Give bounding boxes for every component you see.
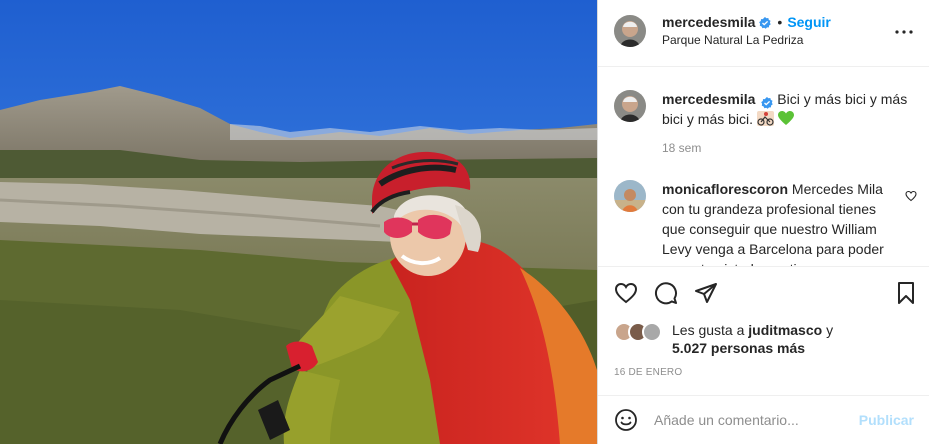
comment-composer: Publicar (598, 395, 929, 444)
caption-time: 18 sem (662, 141, 702, 155)
author-username[interactable]: mercedesmila (662, 14, 755, 30)
caption-avatar[interactable] (614, 90, 646, 122)
post-header: mercedesmila • Seguir Parque Natural La … (598, 0, 929, 67)
liker-username[interactable]: juditmasco (748, 322, 822, 338)
person-biking-emoji (756, 111, 774, 126)
post-date[interactable]: 16 DE ENERO (614, 367, 682, 378)
commenter-avatar[interactable] (614, 180, 646, 212)
header-user-row: mercedesmila • Seguir (662, 14, 831, 30)
caption-username[interactable]: mercedesmila (662, 91, 755, 107)
verified-badge-icon (759, 16, 772, 29)
author-avatar[interactable] (614, 15, 646, 47)
liker-avatar (642, 322, 662, 342)
publish-button[interactable]: Publicar (859, 412, 914, 428)
more-options-icon[interactable] (894, 22, 914, 42)
post-caption: mercedesmila Bici y más bici y más bici … (662, 89, 918, 129)
share-icon[interactable] (694, 281, 718, 305)
instagram-post: mercedesmila • Seguir Parque Natural La … (0, 0, 929, 444)
post-location[interactable]: Parque Natural La Pedriza (662, 33, 803, 47)
comment-item: monicaflorescoron Mercedes Mila con tu g… (662, 179, 898, 266)
likes-summary[interactable]: Les gusta a juditmasco y 5.027 personas … (614, 320, 914, 364)
post-photo[interactable] (0, 0, 597, 444)
likes-line: Les gusta a juditmasco y (672, 322, 833, 338)
liker-avatars (614, 322, 666, 342)
likes-count[interactable]: 5.027 personas más (672, 340, 805, 356)
separator-dot: • (777, 14, 783, 30)
bookmark-icon[interactable] (894, 281, 918, 305)
emoji-icon[interactable] (614, 408, 638, 432)
action-bar (598, 267, 929, 315)
follow-button[interactable]: Seguir (787, 14, 831, 30)
comment-icon[interactable] (654, 281, 678, 305)
comment-input[interactable] (654, 410, 854, 430)
likes-prefix: Les gusta a (672, 322, 745, 338)
commenter-username[interactable]: monicaflorescoron (662, 181, 788, 197)
photo-scene (0, 0, 597, 444)
comments-section[interactable]: mercedesmila Bici y más bici y más bici … (598, 67, 929, 267)
likes-conjunction: y (826, 322, 834, 338)
heart-icon[interactable] (614, 281, 638, 305)
verified-badge-icon (761, 94, 774, 110)
comment-heart-icon[interactable] (905, 189, 917, 202)
post-side-panel: mercedesmila • Seguir Parque Natural La … (597, 0, 929, 444)
green-heart-emoji (777, 111, 794, 126)
